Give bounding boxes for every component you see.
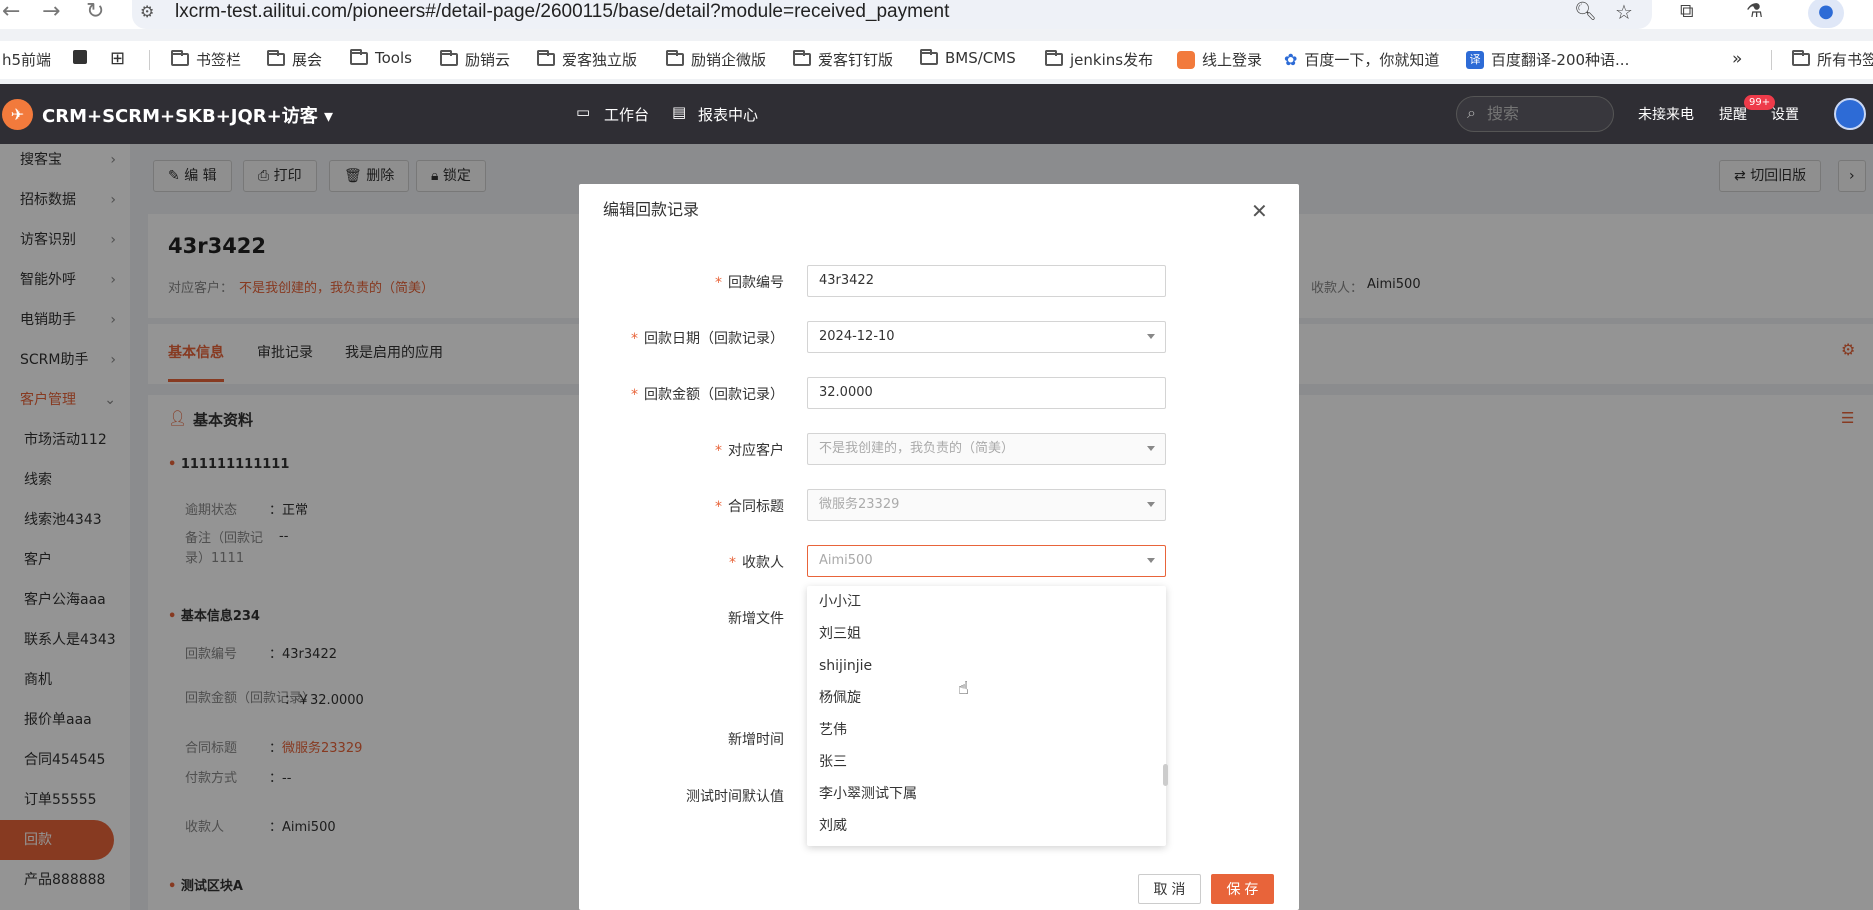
app-logo-icon: ✈ — [2, 99, 33, 130]
app-header: ✈ CRM+SCRM+SKB+JQR+访客 ▾ ▭ 工作台 ▤ 报表中心 ⌕ 未… — [0, 84, 1873, 144]
bookmark-folder-5[interactable]: 爱客独立版 — [537, 49, 637, 70]
folder-icon — [440, 50, 458, 66]
bookmark-baidu-translate[interactable]: 译百度翻译-200种语... — [1466, 49, 1629, 70]
browser-urlbar: ← → ↻ ⚙ lxcrm-test.ailitui.com/pioneers#… — [0, 0, 1873, 29]
monitor-icon: ▭ — [576, 103, 591, 121]
payee-dropdown: 小小江 刘三姐 shijinjie 杨佩旋 艺伟 张三 李小翠测试下属 刘威 — [807, 586, 1166, 846]
folder-icon — [666, 50, 684, 66]
dropdown-option[interactable]: 小小江 — [807, 586, 1166, 618]
bookmark-divider — [1771, 50, 1772, 70]
chevron-down-icon — [1147, 558, 1155, 563]
bookmark-all[interactable]: 所有书签 — [1792, 49, 1873, 70]
missed-calls-link[interactable]: 未接来电 — [1638, 104, 1694, 124]
chevron-down-icon — [1147, 334, 1155, 339]
bookmark-online-login[interactable]: 线上登录 — [1177, 49, 1262, 70]
contract-field-label: * 合同标题 — [715, 499, 784, 515]
bookmark-folder-2[interactable]: 展会 — [267, 49, 322, 70]
search-icon: ⌕ — [1467, 103, 1476, 122]
edit-payment-modal: 编辑回款记录 ✕ * 回款编号 43r3422 * 回款日期（回款记录） 2024-… — [579, 184, 1299, 910]
chevron-down-icon — [1147, 502, 1155, 507]
bookmark-folder-1[interactable]: 书签栏 — [171, 49, 241, 70]
folder-icon — [171, 50, 189, 66]
bookmark-divider — [149, 50, 150, 70]
new-file-label: 新增文件 — [728, 611, 784, 627]
bookmark-square-icon[interactable] — [73, 50, 87, 64]
save-button[interactable]: 保 存 — [1211, 874, 1274, 904]
search-input[interactable] — [1487, 104, 1597, 123]
url-text[interactable]: lxcrm-test.ailitui.com/pioneers#/detail-… — [175, 1, 949, 23]
bookmarks-bar: h5前端 ⊞ 书签栏 展会 Tools 励销云 爱客独立版 励销企微版 爱客钉钉… — [0, 41, 1873, 79]
payment-amount-input[interactable]: 32.0000 — [807, 377, 1166, 409]
extensions-icon[interactable]: ⧉ — [1680, 0, 1694, 22]
payment-number-input[interactable]: 43r3422 — [807, 265, 1166, 297]
reports-link[interactable]: 报表中心 — [698, 104, 758, 125]
apps-grid-icon[interactable]: ⊞ — [110, 48, 125, 69]
avatar[interactable] — [1834, 98, 1866, 130]
report-icon: ▤ — [672, 103, 687, 121]
star-icon[interactable]: ☆ — [1615, 0, 1633, 24]
bookmark-folder-3[interactable]: Tools — [350, 48, 412, 67]
bookmark-folder-6[interactable]: 励销企微版 — [666, 49, 766, 70]
bookmark-folder-7[interactable]: 爱客钉钉版 — [793, 49, 893, 70]
forward-arrow-icon[interactable]: → — [42, 0, 60, 26]
folder-icon — [537, 50, 555, 66]
amount-field-label: * 回款金额（回款记录） — [631, 387, 784, 403]
customer-select[interactable]: 不是我创建的，我负责的（简美） — [807, 433, 1166, 465]
labs-icon[interactable]: ⚗ — [1746, 0, 1763, 22]
folder-icon — [920, 48, 938, 65]
bookmark-h5[interactable]: h5前端 — [2, 49, 51, 70]
dropdown-scrollbar[interactable] — [1163, 764, 1168, 786]
folder-icon — [267, 50, 285, 66]
translate-icon: 译 — [1466, 50, 1484, 69]
number-label: * 回款编号 — [715, 275, 784, 291]
close-icon[interactable]: ✕ — [1251, 199, 1268, 223]
dropdown-option[interactable]: 杨佩旋 — [807, 682, 1166, 714]
reminders-link[interactable]: 提醒 — [1719, 104, 1747, 124]
date-label: * 回款日期（回款记录） — [631, 331, 784, 347]
folder-icon — [1792, 50, 1810, 66]
dropdown-option[interactable]: 李小翠测试下属 — [807, 778, 1166, 810]
payee-field-label: * 收款人 — [729, 555, 784, 571]
dropdown-option[interactable]: shijinjie — [807, 650, 1166, 682]
bookmark-baidu[interactable]: ✿ 百度一下，你就知道 — [1284, 49, 1439, 70]
back-arrow-icon[interactable]: ← — [2, 0, 20, 26]
profile-icon[interactable]: ● — [1808, 0, 1844, 28]
lixiao-logo-icon — [1177, 50, 1195, 69]
bookmark-folder-9[interactable]: jenkins发布 — [1045, 49, 1153, 70]
app-title[interactable]: CRM+SCRM+SKB+JQR+访客 ▾ — [42, 102, 333, 128]
cancel-button[interactable]: 取 消 — [1138, 874, 1201, 904]
dropdown-option[interactable]: 艺伟 — [807, 714, 1166, 746]
search-box[interactable]: ⌕ — [1456, 96, 1614, 132]
reload-icon[interactable]: ↻ — [86, 0, 104, 26]
bookmark-folder-8[interactable]: BMS/CMS — [920, 48, 1016, 67]
baidu-paw-icon: ✿ — [1284, 50, 1298, 69]
dropdown-option[interactable]: 刘威 — [807, 810, 1166, 842]
new-time-label: 新增时间 — [728, 732, 784, 748]
folder-icon — [1045, 50, 1063, 66]
payee-select[interactable]: Aimi500 — [807, 545, 1166, 577]
test-default-label: 测试时间默认值 — [686, 789, 784, 805]
site-settings-icon[interactable]: ⚙ — [140, 2, 154, 21]
workbench-link[interactable]: 工作台 — [604, 104, 649, 125]
dropdown-option[interactable]: 张三 — [807, 746, 1166, 778]
chevron-down-icon — [1147, 446, 1155, 451]
hand-cursor-icon: ☝ — [958, 678, 969, 699]
modal-title: 编辑回款记录 — [603, 200, 700, 219]
customer-field-label: * 对应客户 — [715, 443, 784, 459]
dropdown-option[interactable]: 刘三姐 — [807, 618, 1166, 650]
payment-date-picker[interactable]: 2024-12-10 — [807, 321, 1166, 353]
folder-icon — [793, 50, 811, 66]
folder-icon — [350, 48, 368, 65]
settings-link[interactable]: 设置 — [1771, 104, 1799, 124]
bookmark-folder-4[interactable]: 励销云 — [440, 49, 510, 70]
zoom-icon[interactable]: 🔍︎ — [1574, 1, 1597, 22]
more-bookmarks-icon[interactable]: » — [1732, 49, 1742, 69]
contract-select[interactable]: 微服务23329 — [807, 489, 1166, 521]
